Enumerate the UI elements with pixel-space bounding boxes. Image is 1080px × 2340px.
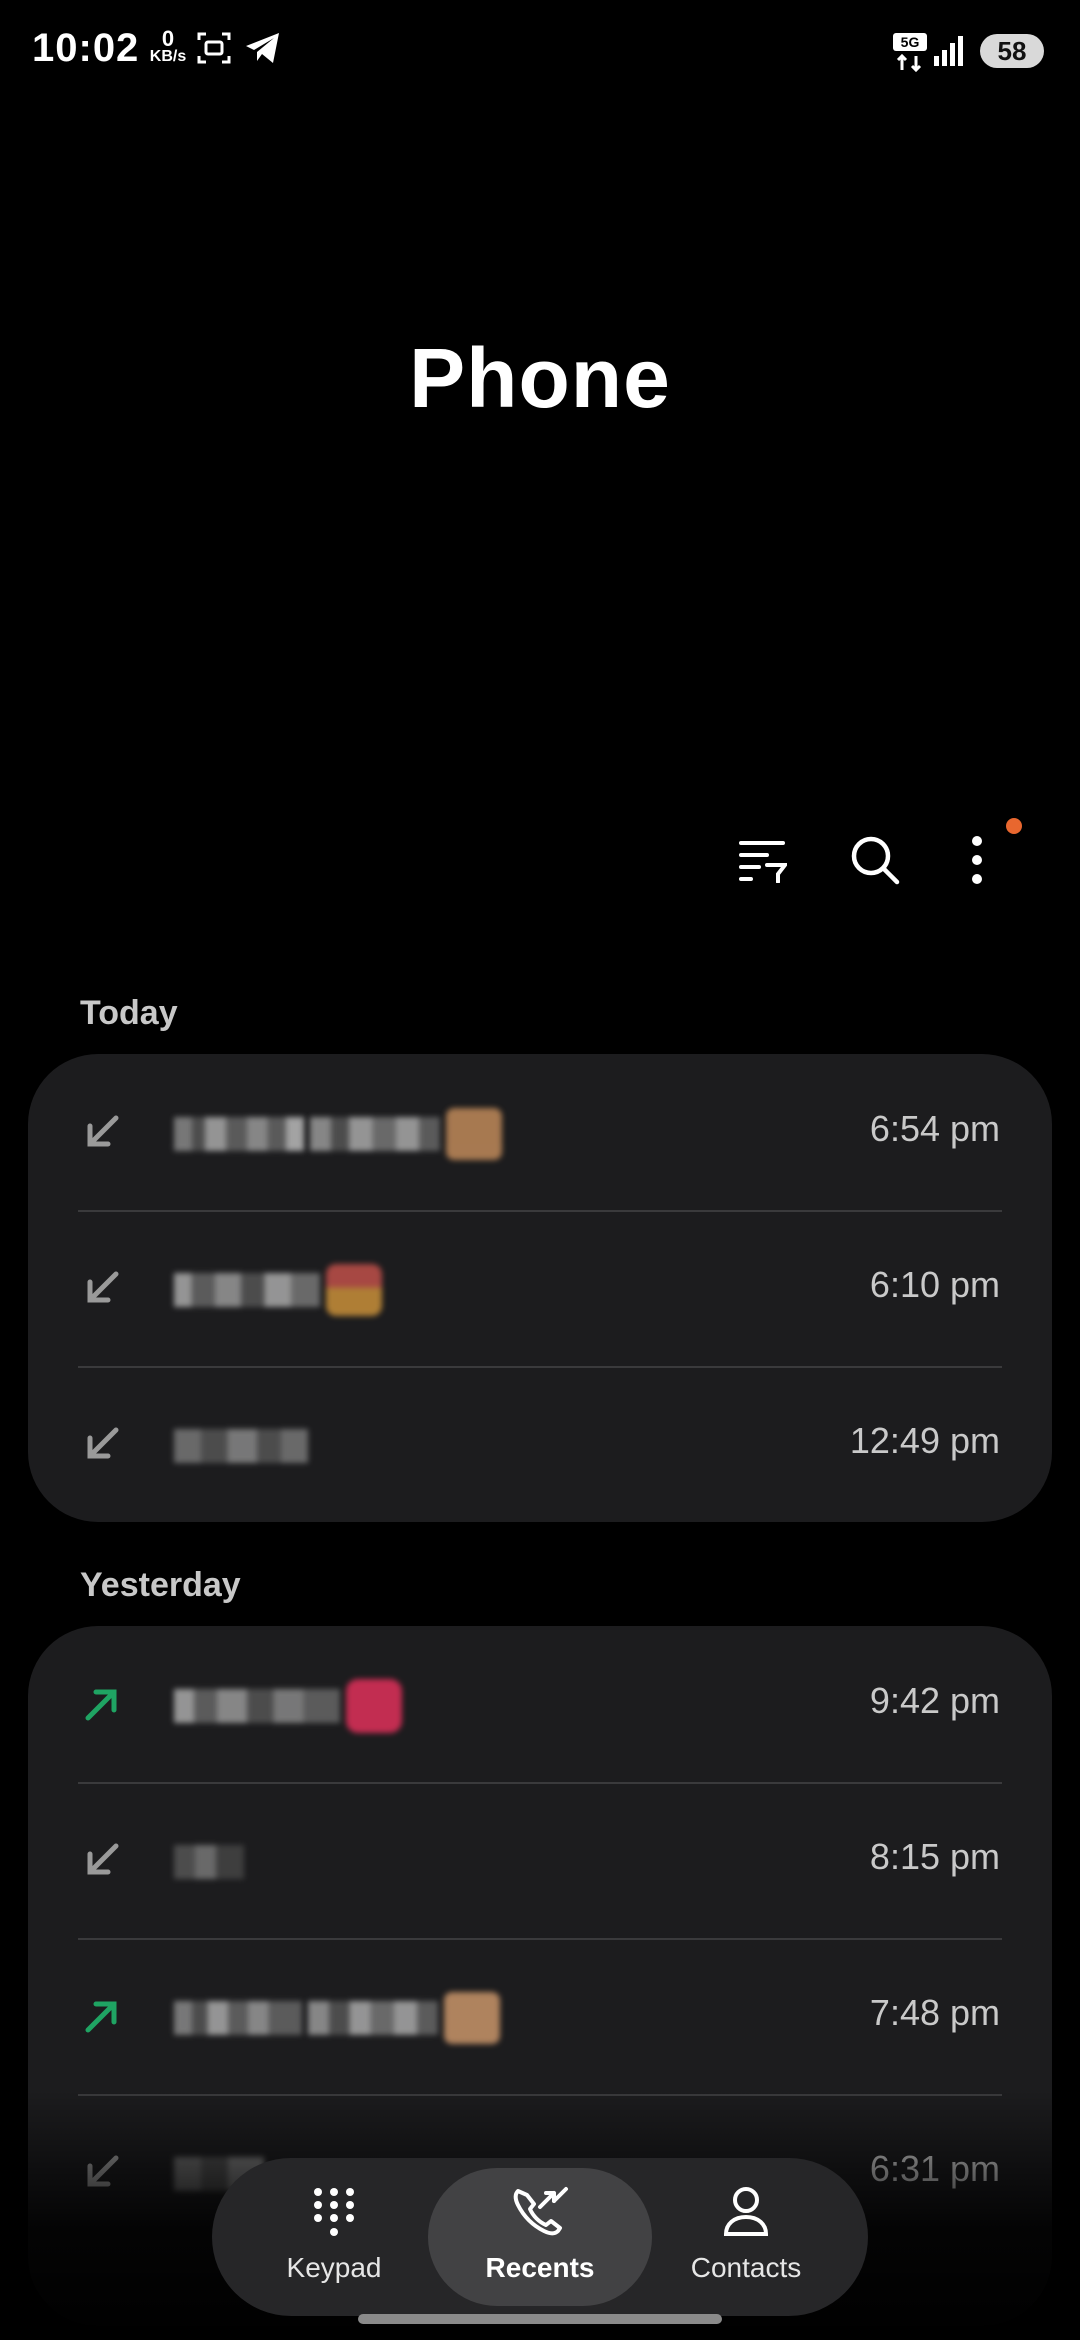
contact-name-redacted	[174, 1264, 382, 1316]
call-time: 6:54 pm	[869, 1108, 1000, 1149]
home-indicator[interactable]	[358, 2314, 722, 2324]
outgoing-call-icon	[85, 2001, 117, 2033]
more-options-button[interactable]	[942, 830, 1012, 890]
call-log-row[interactable]: 9:42 pm	[28, 1626, 1052, 1782]
section-header-yesterday: Yesterday	[80, 1566, 241, 1604]
screenshot-icon	[196, 30, 232, 71]
filter-button[interactable]	[727, 830, 797, 890]
battery-level: 58	[980, 34, 1044, 68]
nav-keypad[interactable]: Keypad	[222, 2168, 446, 2306]
nav-keypad-label: Keypad	[286, 2252, 382, 2283]
incoming-call-icon	[87, 2155, 119, 2187]
contact-name-redacted	[174, 1840, 244, 1884]
bottom-navigation: Keypad Recents Contacts	[212, 2158, 868, 2316]
section-header-today: Today	[80, 994, 178, 1032]
call-time: 12:49 pm	[849, 1420, 1000, 1461]
signal-icon	[932, 34, 966, 73]
call-log-row[interactable]: 12:49 pm	[28, 1366, 1052, 1522]
call-log-row[interactable]: 6:54 pm	[28, 1054, 1052, 1210]
call-log-row[interactable]: 6:10 pm	[28, 1210, 1052, 1366]
recents-icon	[513, 2187, 568, 2236]
network-speed-unit: KB/s	[149, 48, 187, 65]
incoming-call-icon	[87, 1427, 119, 1459]
call-log-row[interactable]: 7:48 pm	[28, 1938, 1052, 2094]
network-speed: 0 KB/s	[148, 26, 188, 66]
call-time: 7:48 pm	[869, 1992, 1000, 2033]
call-log-card-today: 6:54 pm 6:10 pm 12:49 pm	[28, 1054, 1052, 1522]
search-icon	[851, 836, 900, 885]
contact-name-redacted	[174, 1108, 502, 1160]
keypad-icon	[314, 2188, 354, 2236]
filter-list-icon	[739, 841, 787, 883]
page-title: Phone	[409, 331, 671, 425]
call-time: 8:15 pm	[869, 1836, 1000, 1877]
call-time: 9:42 pm	[869, 1680, 1000, 1721]
more-vertical-icon	[972, 836, 982, 884]
phone-app-screen: 10:02 0 KB/s 5G 58 Phone Today 6:54 pm 6…	[0, 0, 1080, 2340]
search-button[interactable]	[840, 830, 910, 890]
nav-contacts-label: Contacts	[690, 2252, 802, 2283]
contact-name-redacted	[174, 1424, 308, 1468]
call-log-row[interactable]: 8:15 pm	[28, 1782, 1052, 1938]
status-time: 10:02	[32, 26, 140, 70]
network-type-label: 5G	[901, 34, 920, 50]
contacts-icon	[723, 2187, 769, 2236]
network-speed-value: 0	[161, 26, 175, 51]
incoming-call-icon	[87, 1843, 119, 1875]
call-time: 6:31 pm	[869, 2148, 1000, 2189]
contact-name-redacted	[174, 1679, 402, 1733]
incoming-call-icon	[87, 1271, 119, 1303]
incoming-call-icon	[87, 1115, 119, 1147]
call-time: 6:10 pm	[869, 1264, 1000, 1305]
telegram-icon	[244, 30, 282, 71]
nav-recents[interactable]: Recents	[428, 2168, 652, 2306]
status-bar: 10:02 0 KB/s 5G 58	[0, 0, 1080, 100]
nav-contacts[interactable]: Contacts	[634, 2168, 858, 2306]
contact-name-redacted	[174, 1992, 500, 2044]
5g-network-icon: 5G	[892, 32, 930, 77]
outgoing-call-icon	[85, 1689, 117, 1721]
nav-recents-label: Recents	[485, 2252, 595, 2283]
notification-dot	[1006, 818, 1022, 834]
